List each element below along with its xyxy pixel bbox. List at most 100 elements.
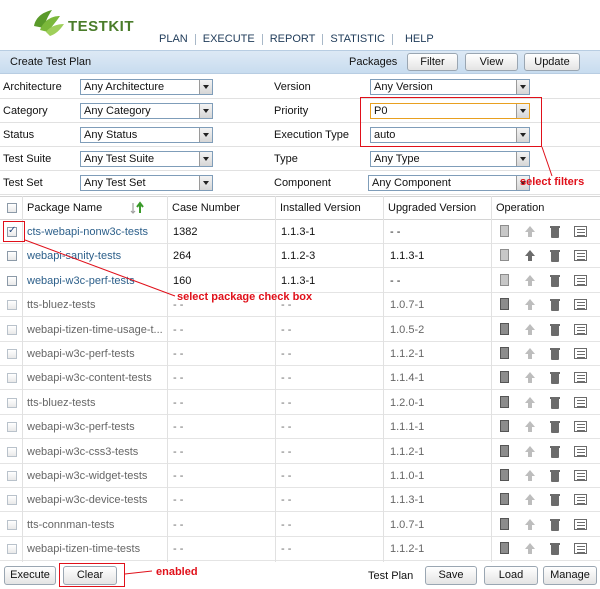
row-checkbox[interactable] [7, 397, 17, 408]
upgrade-icon[interactable] [523, 445, 536, 458]
row-checkbox[interactable] [7, 300, 17, 311]
type-select[interactable]: Any Type [370, 151, 530, 167]
nav-execute[interactable]: EXECUTE [196, 30, 262, 48]
details-icon[interactable] [574, 347, 587, 360]
package-name[interactable]: webapi-sanity-tests [27, 250, 167, 262]
test-suite-select[interactable]: Any Test Suite [80, 151, 213, 167]
table-row[interactable]: webapi-w3c-perf-tests - - - - 1.1.2-1 [0, 342, 600, 366]
upgrade-icon[interactable] [523, 420, 536, 433]
delete-icon[interactable] [548, 298, 561, 312]
details-icon[interactable] [574, 420, 587, 433]
view-cases-icon[interactable] [498, 469, 511, 482]
component-select[interactable]: Any Component [368, 175, 530, 191]
view-cases-icon[interactable] [498, 493, 511, 506]
table-row[interactable]: webapi-sanity-tests 264 1.1.2-3 1.1.3-1 [0, 244, 600, 269]
details-icon[interactable] [574, 518, 587, 531]
nav-help[interactable]: HELP [393, 30, 441, 48]
row-checkbox[interactable] [7, 471, 17, 481]
delete-icon[interactable] [548, 518, 561, 531]
manage-button[interactable]: Manage [543, 566, 597, 585]
delete-icon[interactable] [548, 445, 561, 458]
view-cases-icon[interactable] [498, 517, 511, 531]
details-icon[interactable] [574, 298, 587, 311]
delete-icon[interactable] [548, 396, 561, 409]
table-row[interactable]: webapi-tizen-time-tests - - - - 1.1.2-1 [0, 537, 600, 562]
row-checkbox[interactable] [7, 446, 17, 457]
row-checkbox[interactable] [7, 275, 17, 286]
row-checkbox[interactable] [7, 373, 17, 384]
delete-icon[interactable] [548, 323, 561, 336]
delete-icon[interactable] [548, 493, 561, 507]
row-checkbox[interactable] [7, 324, 17, 335]
details-icon[interactable] [574, 225, 587, 238]
select-all-checkbox[interactable] [7, 203, 17, 213]
row-checkbox[interactable] [7, 422, 17, 433]
upgrade-icon[interactable] [523, 225, 536, 238]
col-package-name[interactable]: Package Name [27, 202, 102, 214]
delete-icon[interactable] [548, 469, 561, 482]
delete-icon[interactable] [548, 249, 561, 263]
table-row[interactable]: webapi-w3c-css3-tests - - - - 1.1.2-1 [0, 440, 600, 464]
delete-icon[interactable] [548, 371, 561, 385]
delete-icon[interactable] [548, 274, 561, 287]
row-checkbox[interactable] [7, 349, 17, 359]
table-row[interactable]: webapi-w3c-perf-tests 160 1.1.3-1 - - [0, 269, 600, 293]
details-icon[interactable] [574, 323, 587, 336]
filter-button[interactable]: Filter [407, 53, 458, 71]
version-select[interactable]: Any Version [370, 79, 530, 95]
sort-icon[interactable] [130, 201, 144, 215]
view-cases-icon[interactable] [498, 322, 511, 336]
upgrade-icon[interactable] [523, 371, 536, 384]
upgrade-icon[interactable] [523, 298, 536, 311]
upgrade-icon[interactable] [523, 493, 536, 506]
nav-report[interactable]: REPORT [263, 30, 323, 48]
row-checkbox[interactable] [7, 251, 17, 262]
delete-icon[interactable] [548, 347, 561, 360]
upgrade-icon[interactable] [523, 274, 536, 287]
table-row[interactable]: webapi-w3c-widget-tests - - - - 1.1.0-1 [0, 464, 600, 488]
table-row[interactable]: cts-webapi-nonw3c-tests 1382 1.1.3-1 - - [0, 220, 600, 244]
category-select[interactable]: Any Category [80, 103, 213, 119]
details-icon[interactable] [574, 469, 587, 482]
view-cases-icon[interactable] [498, 542, 511, 555]
table-row[interactable]: webapi-w3c-content-tests - - - - 1.1.4-1 [0, 366, 600, 391]
view-button[interactable]: View [465, 53, 518, 71]
view-cases-icon[interactable] [498, 371, 511, 384]
details-icon[interactable] [574, 249, 587, 262]
execute-button[interactable]: Execute [4, 566, 56, 585]
table-row[interactable]: tts-connman-tests - - - - 1.0.7-1 [0, 513, 600, 537]
delete-icon[interactable] [548, 420, 561, 434]
table-row[interactable]: tts-bluez-tests - - - - 1.2.0-1 [0, 391, 600, 415]
view-cases-icon[interactable] [498, 298, 511, 311]
details-icon[interactable] [574, 396, 587, 409]
save-button[interactable]: Save [425, 566, 477, 585]
update-button[interactable]: Update [524, 53, 580, 71]
view-cases-icon[interactable] [498, 225, 511, 238]
architecture-select[interactable]: Any Architecture [80, 79, 213, 95]
details-icon[interactable] [574, 274, 587, 287]
delete-icon[interactable] [548, 542, 561, 556]
view-cases-icon[interactable] [498, 347, 511, 360]
table-row[interactable]: webapi-tizen-time-usage-t... - - - - 1.0.5-… [0, 318, 600, 342]
row-checkbox[interactable] [7, 495, 17, 506]
status-select[interactable]: Any Status [80, 127, 213, 143]
package-name[interactable]: webapi-w3c-perf-tests [27, 275, 167, 287]
test-set-select[interactable]: Any Test Set [80, 175, 213, 191]
details-icon[interactable] [574, 371, 587, 384]
nav-statistic[interactable]: STATISTIC [323, 30, 392, 48]
package-name[interactable]: cts-webapi-nonw3c-tests [27, 226, 167, 238]
view-cases-icon[interactable] [498, 249, 511, 262]
details-icon[interactable] [574, 493, 587, 506]
upgrade-icon[interactable] [523, 396, 536, 409]
upgrade-icon[interactable] [523, 469, 536, 482]
nav-plan[interactable]: PLAN [152, 30, 195, 48]
row-checkbox[interactable] [7, 544, 17, 555]
upgrade-icon[interactable] [523, 518, 536, 531]
view-cases-icon[interactable] [498, 273, 511, 287]
delete-icon[interactable] [548, 225, 561, 238]
upgrade-icon[interactable] [523, 323, 536, 336]
details-icon[interactable] [574, 445, 587, 458]
table-row[interactable]: webapi-w3c-device-tests - - - - 1.1.3-1 [0, 488, 600, 513]
table-row[interactable]: webapi-w3c-perf-tests - - - - 1.1.1-1 [0, 415, 600, 440]
load-button[interactable]: Load [484, 566, 538, 585]
